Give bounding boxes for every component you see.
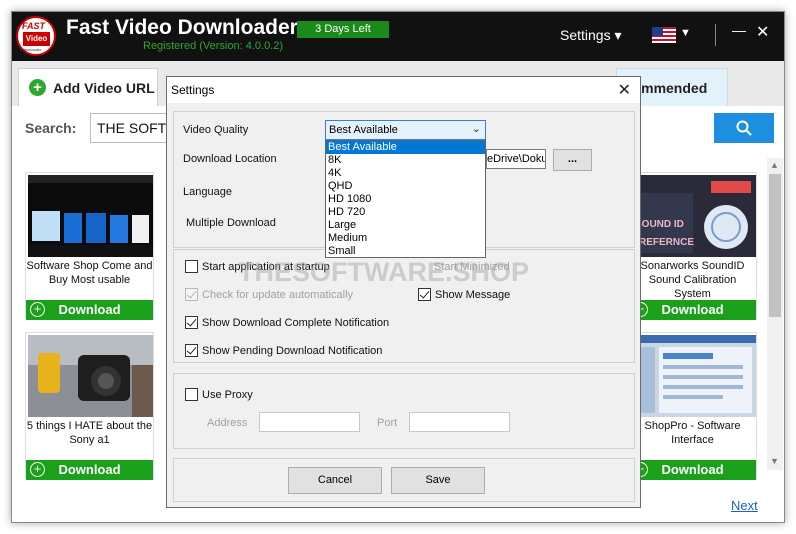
- quality-option[interactable]: 4K: [326, 167, 485, 180]
- show-pending-label: Show Pending Download Notification: [202, 345, 383, 357]
- download-label: Download: [661, 462, 724, 477]
- port-label: Port: [377, 417, 398, 429]
- logo-text-top: FAST: [22, 21, 46, 31]
- video-card[interactable]: SOUND ID REFERNCE Sonarworks SoundID Sou…: [628, 172, 757, 320]
- video-quality-dropdown[interactable]: Best Available 8K 4K QHD HD 1080 HD 720 …: [325, 140, 486, 258]
- show-pending-checkbox[interactable]: [185, 344, 198, 357]
- video-title: Software Shop Come and Buy Most usable: [26, 260, 153, 286]
- port-input[interactable]: [409, 412, 510, 432]
- app-title: Fast Video Downloader: [66, 16, 298, 39]
- browse-button[interactable]: ...: [553, 149, 592, 171]
- logo-text-bottom: Downloader: [20, 47, 42, 52]
- video-title: Sonarworks SoundID Sound Calibration Sys…: [640, 260, 745, 300]
- video-quality-value: Best Available: [329, 124, 398, 136]
- video-title: ShopPro - Software Interface: [644, 420, 741, 446]
- start-at-startup-checkbox[interactable]: [185, 260, 198, 273]
- us-flag-icon[interactable]: [652, 27, 676, 43]
- download-location-input[interactable]: eDrive\Doku: [486, 149, 546, 169]
- address-label: Address: [207, 417, 248, 429]
- chevron-down-icon: ⌄: [471, 123, 481, 135]
- multiple-download-label: Multiple Download: [186, 217, 276, 229]
- use-proxy-checkbox[interactable]: [185, 388, 198, 401]
- search-button[interactable]: [714, 113, 774, 143]
- svg-text:SOUND ID: SOUND ID: [635, 219, 684, 230]
- scroll-thumb[interactable]: [769, 174, 781, 317]
- video-title: 5 things I HATE about the Sony a1: [26, 420, 153, 446]
- check-update-checkbox[interactable]: [185, 288, 198, 301]
- search-icon: [736, 120, 752, 136]
- download-button[interactable]: + Download: [629, 460, 756, 480]
- next-page-link[interactable]: Next: [731, 498, 758, 513]
- check-update-label: Check for update automatically: [202, 289, 354, 301]
- cancel-button[interactable]: Cancel: [288, 467, 382, 494]
- start-at-startup-label: Start application at startup: [202, 261, 330, 273]
- download-label: Download: [58, 302, 121, 317]
- download-button[interactable]: + Download: [26, 300, 153, 320]
- registration-status: Registered (Version: 4.0.0.2): [143, 40, 284, 52]
- close-button[interactable]: ✕: [756, 22, 769, 42]
- show-message-label: Show Message: [435, 289, 511, 301]
- quality-option[interactable]: Best Available: [326, 141, 485, 154]
- vertical-scrollbar[interactable]: ▲ ▼: [767, 158, 783, 470]
- quality-option[interactable]: 8K: [326, 154, 485, 167]
- video-card[interactable]: ShopPro - Software Interface + Download: [628, 332, 757, 480]
- search-input[interactable]: THE SOFT: [90, 113, 170, 143]
- show-download-complete-checkbox[interactable]: [185, 316, 198, 329]
- video-thumbnail[interactable]: [28, 175, 153, 257]
- dialog-title-bar: Settings ✕: [167, 77, 640, 103]
- video-thumbnail[interactable]: SOUND ID REFERNCE: [631, 175, 756, 257]
- video-card[interactable]: 5 things I HATE about the Sony a1 + Down…: [25, 332, 154, 480]
- proxy-settings-group: [173, 373, 635, 449]
- days-left-badge[interactable]: 3 Days Left: [297, 21, 389, 38]
- start-minimized-label: Start Minimized: [434, 261, 510, 273]
- download-button[interactable]: + Download: [629, 300, 756, 320]
- show-download-complete-label: Show Download Complete Notification: [202, 317, 390, 329]
- language-label: Language: [183, 186, 232, 198]
- download-button[interactable]: + Download: [26, 460, 153, 480]
- divider: [715, 24, 716, 46]
- tab-add-video-label: Add Video URL: [53, 80, 155, 96]
- video-quality-select[interactable]: Best Available ⌄: [325, 120, 486, 140]
- video-thumbnail[interactable]: [28, 335, 153, 417]
- svg-text:REFERNCE: REFERNCE: [639, 237, 694, 248]
- settings-dialog: Settings ✕ Video Quality Best Available …: [166, 76, 641, 508]
- minimize-button[interactable]: —: [732, 22, 746, 38]
- language-dropdown-icon[interactable]: ▼: [680, 27, 691, 39]
- download-label: Download: [661, 302, 724, 317]
- dialog-title: Settings: [171, 83, 215, 97]
- video-quality-label: Video Quality: [183, 124, 249, 136]
- app-logo: FAST Video Downloader: [16, 16, 56, 56]
- search-label: Search:: [25, 120, 77, 136]
- quality-option[interactable]: Medium: [326, 232, 485, 245]
- logo-text-mid: Video: [23, 32, 50, 46]
- video-thumbnail[interactable]: [631, 335, 756, 417]
- quality-option[interactable]: HD 720: [326, 206, 485, 219]
- app-window: FAST Video Downloader Fast Video Downloa…: [11, 11, 785, 523]
- use-proxy-label: Use Proxy: [202, 389, 253, 401]
- quality-option[interactable]: HD 1080: [326, 193, 485, 206]
- save-button[interactable]: Save: [391, 467, 485, 494]
- quality-option[interactable]: Small: [326, 245, 485, 258]
- video-card[interactable]: Software Shop Come and Buy Most usable +…: [25, 172, 154, 320]
- settings-menu[interactable]: Settings ▾: [560, 27, 622, 44]
- plus-icon: +: [29, 79, 46, 96]
- scroll-up-icon[interactable]: ▲: [770, 160, 779, 170]
- tab-add-video-url[interactable]: + Add Video URL: [18, 68, 158, 106]
- quality-option[interactable]: QHD: [326, 180, 485, 193]
- quality-option[interactable]: Large: [326, 219, 485, 232]
- download-label: Download: [58, 462, 121, 477]
- scroll-down-icon[interactable]: ▼: [770, 456, 779, 466]
- title-bar: FAST Video Downloader Fast Video Downloa…: [12, 12, 784, 61]
- dialog-close-button[interactable]: ✕: [618, 80, 631, 100]
- show-message-checkbox[interactable]: [418, 288, 431, 301]
- download-location-label: Download Location: [183, 153, 277, 165]
- address-input[interactable]: [259, 412, 360, 432]
